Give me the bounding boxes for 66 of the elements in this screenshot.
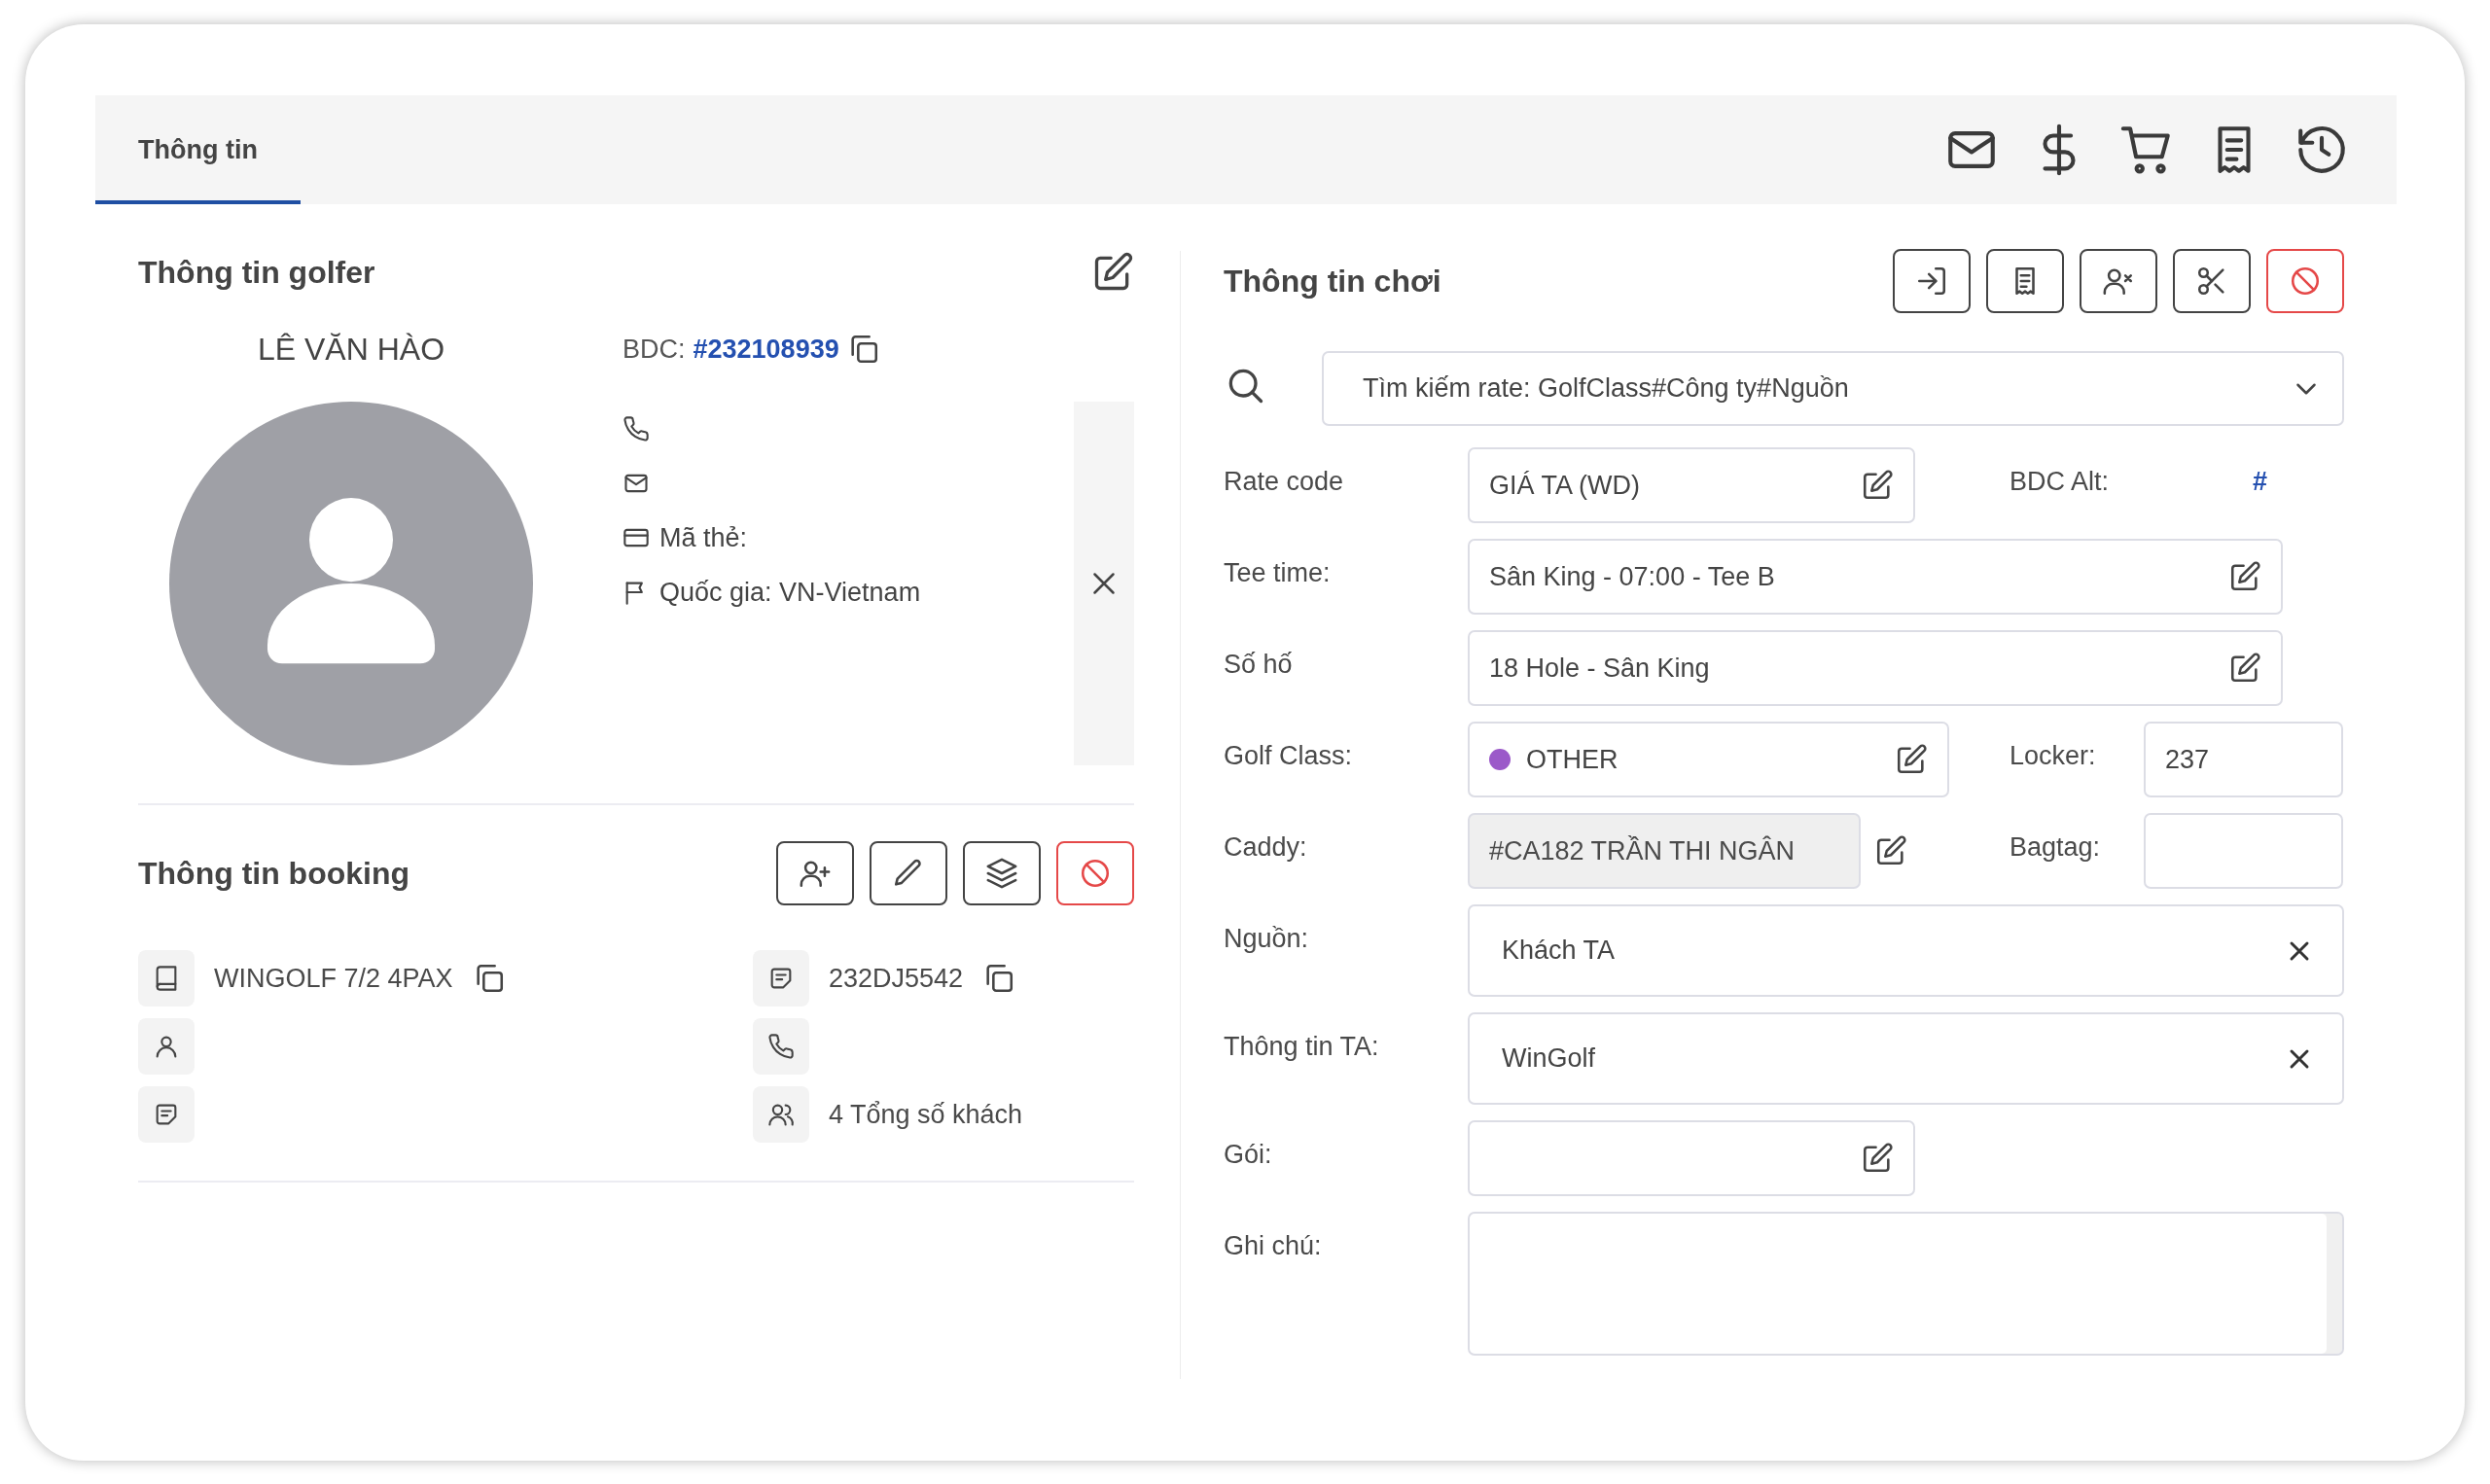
field-label: Gói: xyxy=(1224,1139,1273,1170)
section-title: Thông tin chơi xyxy=(1224,263,1441,300)
holes-field[interactable]: 18 Hole - Sân King xyxy=(1468,630,2283,706)
golfer-name: LÊ VĂN HÀO xyxy=(257,331,445,368)
field-label: BDC Alt: xyxy=(2010,466,2111,497)
tee-time-field[interactable]: Sân King - 07:00 - Tee B xyxy=(1468,539,2283,615)
contact-text: Quốc gia: VN-Vietnam xyxy=(659,577,921,608)
field-label: Thông tin TA: xyxy=(1224,1031,1380,1062)
edit-icon[interactable] xyxy=(1874,834,1907,867)
field-label: Locker: xyxy=(2010,740,2097,771)
golf-class-field[interactable]: OTHER xyxy=(1468,722,1949,797)
layers-icon xyxy=(985,857,1018,890)
split-button[interactable] xyxy=(2173,249,2251,313)
edit-icon[interactable] xyxy=(1861,1142,1894,1175)
rate-code-field[interactable]: GIÁ TA (WD) xyxy=(1468,447,1915,523)
edit-icon[interactable] xyxy=(1861,469,1894,502)
package-field[interactable] xyxy=(1468,1120,1915,1196)
bdc-label: BDC: xyxy=(622,334,686,365)
field-value: Sân King - 07:00 - Tee B xyxy=(1489,561,1776,592)
bdc-link[interactable]: #232108939 xyxy=(693,334,839,365)
ta-info-select[interactable]: WinGolf xyxy=(1468,1012,2344,1105)
field-value: OTHER xyxy=(1526,744,1619,775)
field-value: 237 xyxy=(2165,744,2211,775)
remove-player-button[interactable] xyxy=(2080,249,2157,313)
contact-text: Mã thẻ: xyxy=(659,522,748,553)
locker-field[interactable]: 237 xyxy=(2144,722,2343,797)
edit-icon[interactable] xyxy=(2228,652,2261,685)
tab[interactable]: Thông tin xyxy=(95,95,301,204)
booking-text: 232DJ5542 xyxy=(829,963,964,994)
field-label: Ghi chú: xyxy=(1224,1230,1323,1261)
field-value: GIÁ TA (WD) xyxy=(1489,470,1641,501)
field-value: Khách TA xyxy=(1502,936,1617,966)
booking-text: WINGOLF 7/2 4PAX xyxy=(214,963,453,994)
receipt-button[interactable] xyxy=(1986,249,2064,313)
search-placeholder: Tìm kiếm rate: GolfClass#Công ty#Nguồn xyxy=(1363,373,1850,404)
edit-icon[interactable] xyxy=(2228,560,2261,593)
field-label: Golf Class: xyxy=(1224,740,1354,771)
cancel-button[interactable] xyxy=(2266,249,2344,313)
field-value: WinGolf xyxy=(1502,1043,1597,1074)
field-value: 18 Hole - Sân King xyxy=(1489,653,1711,684)
source-select[interactable]: Khách TA xyxy=(1468,904,2344,997)
bagtag-field[interactable] xyxy=(2144,813,2343,889)
bdc-alt-link[interactable]: # xyxy=(2144,447,2268,497)
note-field[interactable] xyxy=(1468,1212,2344,1356)
field-label: Số hố xyxy=(1224,649,1294,680)
field-label: Bagtag: xyxy=(2010,831,2102,863)
field-label: Caddy: xyxy=(1224,831,1308,863)
enter-icon xyxy=(1915,265,1948,298)
add-guest-button[interactable] xyxy=(776,841,854,905)
layers-button[interactable] xyxy=(963,841,1041,905)
booking-text: 4 Tổng số khách xyxy=(829,1099,1023,1130)
ban-icon xyxy=(2289,265,2322,298)
rate-search-dropdown[interactable]: Tìm kiếm rate: GolfClass#Công ty#Nguồn xyxy=(1322,351,2344,426)
ban-icon xyxy=(1079,857,1112,890)
field-label: Nguồn: xyxy=(1224,923,1310,954)
phone-icon xyxy=(622,415,650,442)
edit-button[interactable] xyxy=(870,841,947,905)
field-label: Tee time: xyxy=(1224,557,1332,588)
cancel-button[interactable] xyxy=(1056,841,1134,905)
check-in-button[interactable] xyxy=(1893,249,1971,313)
field-label: Rate code xyxy=(1224,466,1345,497)
section-title: Thông tin golfer xyxy=(138,254,375,291)
section-title: Thông tin booking xyxy=(138,855,410,892)
edit-icon[interactable] xyxy=(1895,743,1928,776)
field-value: #CA182 TRẦN THI NGÂN xyxy=(1489,835,1796,866)
phone-icon xyxy=(767,1033,795,1060)
